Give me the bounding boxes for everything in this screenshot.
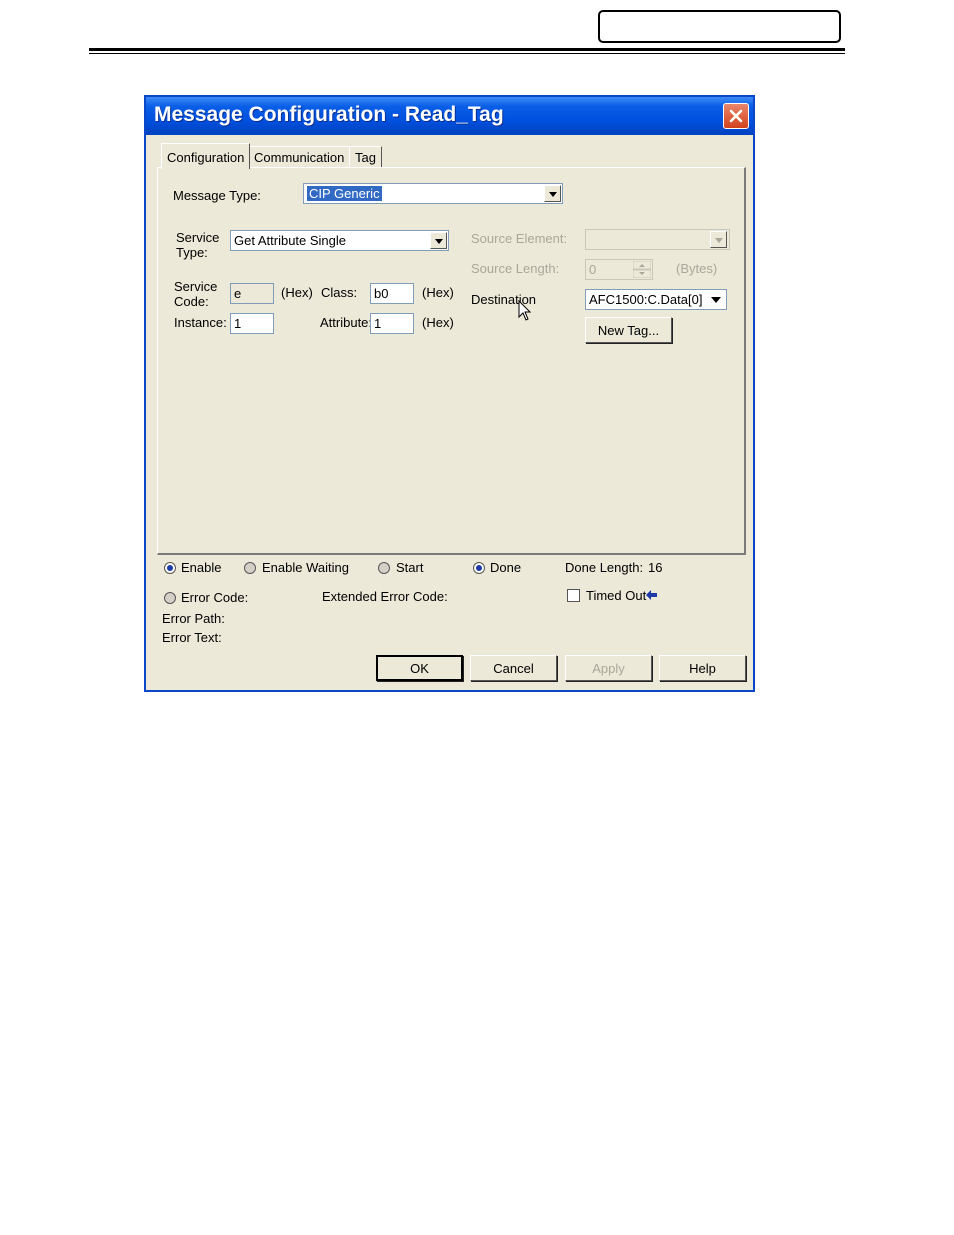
attribute-hex-label: (Hex) <box>422 315 454 330</box>
start-indicator <box>378 562 390 574</box>
source-length-label: Source Length: <box>471 261 560 276</box>
enable-indicator <box>164 562 176 574</box>
arrow-left-icon <box>646 590 657 600</box>
message-type-value: CIP Generic <box>307 186 382 201</box>
mouse-cursor-icon <box>518 300 532 321</box>
error-code-label: Error Code: <box>181 590 249 605</box>
message-type-label: Message Type: <box>173 188 261 203</box>
extended-error-code-label: Extended Error Code: <box>322 589 448 604</box>
error-text-label: Error Text: <box>162 630 222 645</box>
done-length-label: Done Length: <box>565 560 644 575</box>
new-tag-button[interactable]: New Tag... <box>585 317 672 343</box>
chevron-down-icon <box>710 231 727 248</box>
service-code-label: Service Code: <box>174 279 218 309</box>
close-button[interactable] <box>723 103 749 129</box>
close-icon <box>729 109 743 123</box>
service-type-value: Get Attribute Single <box>234 233 347 248</box>
service-type-select[interactable]: Get Attribute Single <box>230 230 449 251</box>
spinner-arrows-icon <box>632 260 652 279</box>
done-indicator <box>473 562 485 574</box>
start-label: Start <box>396 560 424 575</box>
done-length-value: 16 <box>648 560 663 575</box>
cancel-button[interactable]: Cancel <box>470 655 557 681</box>
title-bar[interactable]: Message Configuration - Read_Tag <box>146 97 753 135</box>
destination-select[interactable]: AFC1500:C.Data[0] <box>585 289 727 310</box>
instance-label: Instance: <box>174 315 227 330</box>
help-button[interactable]: Help <box>659 655 746 681</box>
chevron-down-icon[interactable] <box>544 185 561 202</box>
class-label: Class: <box>321 285 358 300</box>
apply-button[interactable]: Apply <box>565 655 652 681</box>
done-label: Done <box>490 560 522 575</box>
enable-waiting-indicator <box>244 562 256 574</box>
enable-label: Enable <box>181 560 222 575</box>
source-element-select[interactable] <box>585 229 730 250</box>
tab-configuration[interactable]: Configuration <box>161 143 251 169</box>
service-type-label: Service Type: <box>176 230 220 260</box>
error-code-indicator <box>164 592 176 604</box>
window-title: Message Configuration - Read_Tag <box>154 103 504 126</box>
timed-out-label: Timed Out <box>586 588 647 603</box>
attribute-input[interactable]: 1 <box>370 313 414 334</box>
instance-input[interactable]: 1 <box>230 313 274 334</box>
tab-tag[interactable]: Tag <box>349 146 382 168</box>
bytes-label: (Bytes) <box>676 261 718 276</box>
message-configuration-dialog: Message Configuration - Read_Tag Configu… <box>144 95 755 692</box>
page-header-box <box>598 10 841 43</box>
timed-out-checkbox[interactable] <box>567 589 580 602</box>
service-code-input[interactable]: e <box>230 283 274 304</box>
page-header-rule <box>89 48 845 54</box>
chevron-down-icon[interactable] <box>709 295 723 305</box>
error-path-label: Error Path: <box>162 611 225 626</box>
service-code-hex-label: (Hex) <box>281 285 313 300</box>
destination-value: AFC1500:C.Data[0] <box>589 292 703 307</box>
message-type-select[interactable]: CIP Generic <box>303 183 563 204</box>
chevron-down-icon[interactable] <box>430 232 447 249</box>
class-input[interactable]: b0 <box>370 283 414 304</box>
ok-button[interactable]: OK <box>376 655 463 681</box>
enable-waiting-label: Enable Waiting <box>262 560 349 575</box>
tab-communication[interactable]: Communication <box>248 146 351 168</box>
source-element-label: Source Element: <box>471 231 568 246</box>
class-hex-label: (Hex) <box>422 285 454 300</box>
configuration-panel <box>157 167 746 555</box>
attribute-label: Attribute: <box>320 315 373 330</box>
source-length-spinner[interactable] <box>632 260 652 279</box>
